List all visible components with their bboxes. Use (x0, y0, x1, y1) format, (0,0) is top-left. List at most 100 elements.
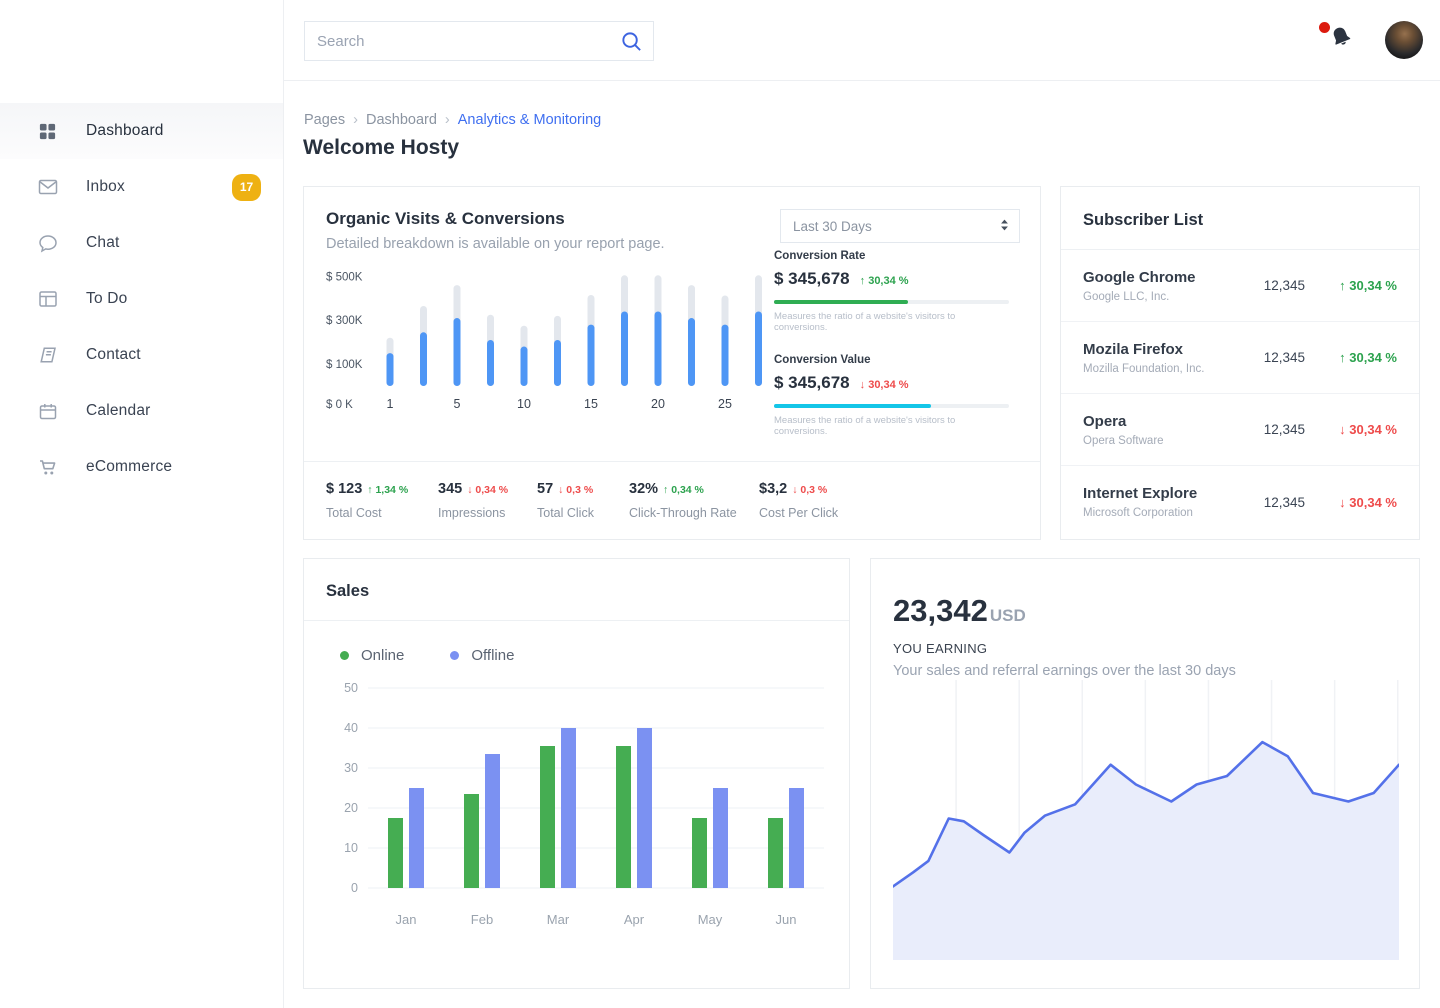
sidebar-item-label: eCommerce (86, 458, 172, 476)
legend-online[interactable]: Online (340, 647, 404, 664)
sidebar-item-inbox[interactable]: Inbox17 (0, 159, 283, 215)
subscriber-count: 12,345 (1253, 350, 1305, 365)
subscriber-name: Mozila Firefox (1083, 341, 1253, 358)
kpi-delta: ↑ 1,34 % (367, 484, 408, 496)
kpi-value: 345↓ 0,34 % (438, 481, 537, 497)
kpi-delta: ↓ 0,3 % (558, 484, 593, 496)
conversion-metrics: Conversion Rate$ 345,678↑ 30,34 %Measure… (774, 250, 1009, 458)
kpi-label: Impressions (438, 506, 537, 520)
kpi-label: Cost Per Click (759, 506, 838, 520)
svg-text:20: 20 (344, 801, 358, 815)
sales-legend: Online Offline (324, 647, 831, 664)
sales-card: Sales OnlineOffline 01020304050JanFebMar… (303, 558, 850, 989)
subscriber-delta: ↓ 30,34 % (1317, 495, 1397, 510)
search-box (304, 21, 654, 61)
svg-text:Mar: Mar (547, 912, 570, 927)
subscriber-company: Microsoft Corporation (1083, 507, 1253, 519)
logo-area (0, 0, 283, 81)
kpi-cost-per-click: $3,2↓ 0,3 % Cost Per Click (759, 481, 838, 520)
breadcrumb-link[interactable]: Pages (304, 112, 345, 128)
breadcrumb-separator: › (445, 112, 450, 128)
chat-icon (38, 233, 60, 253)
kpi-click-through-rate: 32%↑ 0,34 %Click-Through Rate (629, 481, 759, 520)
kpi-impressions: 345↓ 0,34 % Impressions (438, 481, 537, 520)
subscriber-row[interactable]: OperaOpera Software12,345↓ 30,34 % (1061, 394, 1419, 466)
sidebar-item-chat[interactable]: Chat (0, 215, 283, 271)
svg-text:0: 0 (351, 881, 358, 895)
metric-caption: Measures the ratio of a website's visito… (774, 415, 1009, 437)
legend-offline[interactable]: Offline (450, 647, 514, 664)
sidebar-item-ecommerce[interactable]: eCommerce (0, 439, 283, 495)
breadcrumb-current[interactable]: Analytics & Monitoring (458, 112, 601, 128)
subscriber-count: 12,345 (1253, 495, 1305, 510)
subscriber-company: Mozilla Foundation, Inc. (1083, 363, 1253, 375)
subscriber-list-title: Subscriber List (1061, 187, 1419, 250)
todo-icon (38, 289, 60, 309)
subscriber-row[interactable]: Google ChromeGoogle LLC, Inc.12,345↑ 30,… (1061, 250, 1419, 322)
organic-bar-chart: $ 500K$ 300K$ 100K$ 0 K1510152025 (326, 266, 766, 458)
subscriber-rows: Google ChromeGoogle LLC, Inc.12,345↑ 30,… (1061, 250, 1419, 538)
sidebar: Dashboard Inbox17ChatTo DoContactCalendar… (0, 0, 284, 1008)
svg-text:10: 10 (344, 841, 358, 855)
sidebar-item-calendar[interactable]: Calendar (0, 383, 283, 439)
kpi-value: 57↓ 0,3 % (537, 481, 629, 497)
metric-delta: ↓ 30,34 % (860, 379, 909, 391)
user-avatar[interactable] (1385, 21, 1423, 59)
sidebar-item-contact[interactable]: Contact (0, 327, 283, 383)
kpi-label: Total Click (537, 506, 629, 520)
kpi-label: Total Cost (326, 506, 438, 520)
page-title: Welcome Hosty (303, 136, 459, 160)
earning-currency: USD (990, 606, 1026, 625)
kpi-delta: ↓ 0,34 % (467, 484, 508, 496)
earnings-area-chart (893, 680, 1399, 967)
kpi-value: 32%↑ 0,34 % (629, 481, 759, 497)
kpi-total-cost: $ 123↑ 1,34 %Total Cost (326, 481, 438, 520)
breadcrumb: Pages›Dashboard›Analytics & Monitoring (304, 112, 601, 128)
svg-text:15: 15 (584, 397, 598, 411)
kpi-stats-row: $ 123↑ 1,34 %Total Cost345↓ 0,34 %Impres… (304, 461, 1040, 539)
sidebar-item-label: Dashboard (86, 122, 164, 140)
earning-amount: 23,342 (893, 593, 988, 628)
grid-icon (38, 121, 60, 141)
sidebar-nav: Dashboard Inbox17ChatTo DoContactCalendar… (0, 81, 283, 495)
search-icon[interactable] (620, 30, 643, 53)
subscriber-row[interactable]: Internet ExploreMicrosoft Corporation12,… (1061, 466, 1419, 538)
notification-bell-icon[interactable] (1328, 24, 1356, 54)
subscriber-list-card: Subscriber List Google ChromeGoogle LLC,… (1060, 186, 1420, 540)
calendar-icon (38, 401, 60, 421)
sidebar-item-to-do[interactable]: To Do (0, 271, 283, 327)
subscriber-company: Opera Software (1083, 435, 1253, 447)
metric-value: $ 345,678 (774, 373, 850, 393)
svg-text:Jun: Jun (776, 912, 797, 927)
sidebar-item-dashboard[interactable]: Dashboard (0, 103, 283, 159)
subscriber-delta: ↑ 30,34 % (1317, 350, 1397, 365)
legend-dot (450, 651, 459, 660)
legend-dot (340, 651, 349, 660)
metric-conversion-value: Conversion Value$ 345,678↓ 30,34 %Measur… (774, 354, 1009, 437)
svg-text:$ 100K: $ 100K (326, 359, 363, 371)
mail-icon (38, 177, 60, 197)
svg-text:20: 20 (651, 397, 665, 411)
subscriber-row[interactable]: Mozila Firefox Mozilla Foundation, Inc.12… (1061, 322, 1419, 394)
contact-icon (38, 345, 60, 365)
metric-label: Conversion Rate (774, 250, 1009, 262)
svg-text:40: 40 (344, 721, 358, 735)
sales-bar-chart: 01020304050JanFebMarAprMayJun (324, 674, 831, 941)
search-input[interactable] (305, 33, 620, 50)
date-range-select[interactable]: Last 30 Days (780, 209, 1020, 243)
sales-card-title: Sales (304, 559, 849, 621)
metric-progress-track (774, 404, 1009, 408)
kpi-value: $3,2↓ 0,3 % (759, 481, 838, 497)
metric-progress-fill (774, 300, 908, 304)
date-range-value: Last 30 Days (793, 219, 872, 234)
earning-subtitle: Your sales and referral earnings over th… (893, 663, 1397, 679)
kpi-delta: ↓ 0,3 % (792, 484, 827, 496)
svg-text:Jan: Jan (396, 912, 417, 927)
select-arrows-icon (1000, 218, 1009, 235)
legend-label: Offline (471, 647, 514, 664)
svg-text:$ 0 K: $ 0 K (326, 399, 353, 411)
earning-amount-row: 23,342USD (893, 593, 1397, 629)
cart-icon (38, 457, 60, 477)
inbox-badge: 17 (232, 174, 261, 201)
breadcrumb-link[interactable]: Dashboard (366, 112, 437, 128)
